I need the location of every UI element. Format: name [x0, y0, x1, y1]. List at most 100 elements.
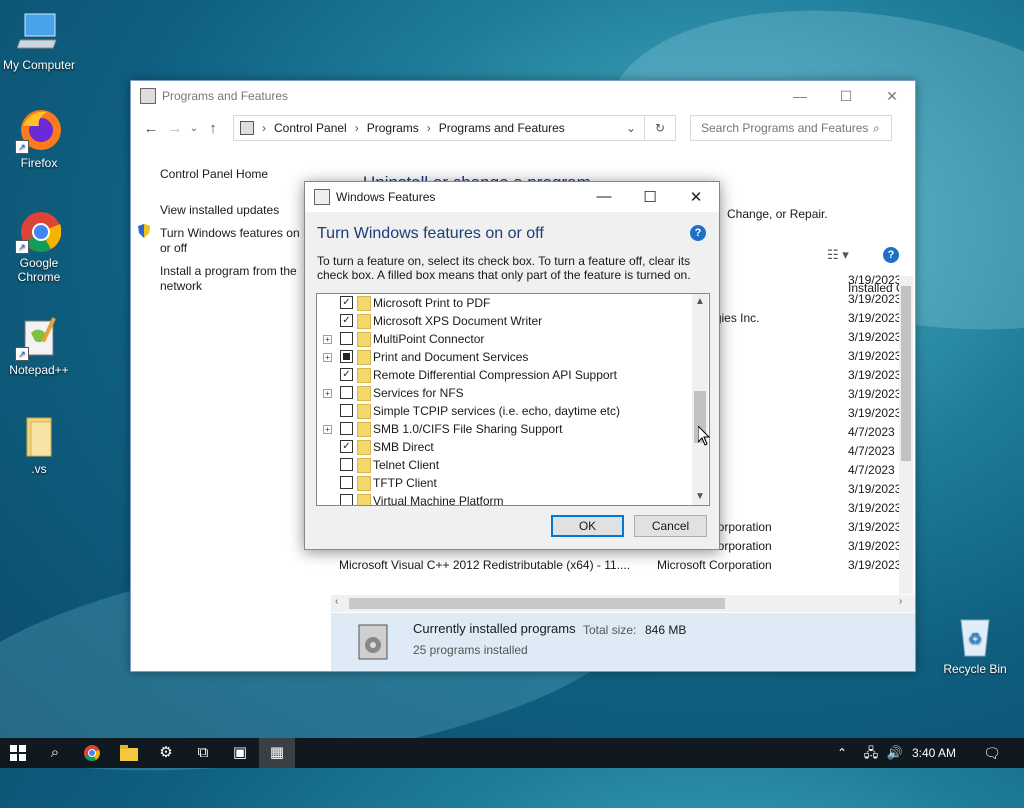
install-from-network-link[interactable]: Install a program from the network [160, 264, 306, 294]
show-hidden-icons-chevron-icon[interactable]: ⌃ [832, 738, 852, 768]
feature-item[interactable]: Simple TCPIP services (i.e. echo, daytim… [317, 402, 693, 420]
recycle-bin-icon: ♻ [953, 614, 997, 658]
feature-checkbox[interactable] [340, 494, 353, 505]
help-icon[interactable]: ? [883, 247, 899, 263]
feature-item[interactable]: ✓ Remote Differential Compression API Sup… [317, 366, 693, 384]
file-explorer-taskbar-icon[interactable] [111, 738, 147, 768]
feature-checkbox[interactable] [340, 350, 353, 363]
desktop-icon-vs-folder[interactable]: .vs [1, 414, 77, 476]
volume-icon[interactable]: 🔊 [884, 738, 906, 768]
program-installed-on: 3/19/2023 [848, 539, 902, 553]
expand-plus-icon[interactable]: + [323, 353, 332, 362]
scrollbar-thumb[interactable] [349, 598, 725, 609]
recent-chevron-icon[interactable]: ⌄ [187, 123, 201, 134]
windows-features-dialog: Windows Features — ☐ ✕ Turn Windows feat… [304, 181, 720, 550]
address-dropdown-icon[interactable]: ⌄ [626, 121, 636, 135]
back-arrow-icon[interactable]: ← [139, 120, 163, 137]
feature-item[interactable]: ✓ Microsoft Print to PDF [317, 294, 693, 312]
window-titlebar[interactable]: Programs and Features — ☐ ✕ [131, 81, 915, 111]
feature-checkbox[interactable] [340, 332, 353, 345]
feature-checkbox[interactable] [340, 386, 353, 399]
ok-button[interactable]: OK [551, 515, 624, 537]
close-button[interactable]: ✕ [869, 88, 915, 105]
feature-checkbox[interactable] [340, 476, 353, 489]
mouse-cursor-icon [697, 424, 711, 449]
feature-checkbox[interactable] [340, 458, 353, 471]
network-icon[interactable]: 🖧 [860, 738, 882, 768]
table-row[interactable]: Microsoft Visual C++ 2012 Redistributabl… [331, 556, 915, 575]
scroll-left-icon[interactable]: ‹ [335, 596, 338, 607]
remote-desktop-taskbar-icon[interactable]: ▣ [222, 738, 258, 768]
dialog-close-button[interactable]: ✕ [673, 188, 719, 206]
feature-checkbox[interactable]: ✓ [340, 368, 353, 381]
desktop-icon-chrome[interactable]: ↗ Google Chrome [1, 208, 77, 284]
notifications-icon[interactable]: 🗨 [980, 738, 1004, 768]
dialog-description: To turn a feature on, select its check b… [317, 254, 691, 282]
refresh-icon[interactable]: ↻ [645, 115, 676, 141]
expand-plus-icon[interactable]: + [323, 425, 332, 434]
view-options-icon[interactable]: ☷ ▾ [827, 247, 849, 263]
feature-item[interactable]: ✓ Microsoft XPS Document Writer [317, 312, 693, 330]
start-button[interactable] [0, 738, 36, 768]
turn-windows-features-link[interactable]: Turn Windows features on or off [160, 226, 306, 256]
dialog-help-icon[interactable]: ? [690, 225, 706, 241]
search-taskbar-icon[interactable]: ⌕ [37, 738, 73, 768]
feature-item[interactable]: + Print and Document Services [317, 348, 693, 366]
scroll-down-icon[interactable]: ▼ [692, 489, 708, 505]
feature-label: Microsoft XPS Document Writer [373, 314, 543, 328]
expand-plus-icon[interactable]: + [323, 335, 332, 344]
scroll-up-icon[interactable]: ▲ [692, 294, 708, 310]
feature-item[interactable]: TFTP Client [317, 474, 693, 492]
breadcrumb-programs-and-features[interactable]: Programs and Features [439, 121, 565, 135]
search-box[interactable]: ⌕ [690, 115, 892, 141]
dialog-minimize-button[interactable]: — [581, 188, 627, 206]
dialog-titlebar[interactable]: Windows Features — ☐ ✕ [305, 182, 719, 212]
list-vertical-scrollbar[interactable] [899, 276, 913, 594]
expand-plus-icon[interactable]: + [323, 389, 332, 398]
feature-checkbox[interactable]: ✓ [340, 296, 353, 309]
program-publisher: Microsoft Corporation [657, 558, 772, 572]
tree-vertical-scrollbar[interactable]: ▲ ▼ [692, 294, 708, 505]
dialog-maximize-button[interactable]: ☐ [627, 188, 673, 206]
feature-item[interactable]: ✓ SMB Direct [317, 438, 693, 456]
feature-item[interactable]: Telnet Client [317, 456, 693, 474]
desktop-icon-notepadpp[interactable]: ↗ Notepad++ [1, 315, 77, 377]
feature-item[interactable]: + Services for NFS [317, 384, 693, 402]
status-title: Currently installed programs [413, 621, 576, 636]
search-input[interactable] [699, 120, 873, 136]
feature-checkbox[interactable]: ✓ [340, 440, 353, 453]
up-arrow-icon[interactable]: ↑ [201, 120, 225, 137]
feature-checkbox[interactable] [340, 422, 353, 435]
feature-item[interactable]: + MultiPoint Connector [317, 330, 693, 348]
feature-item[interactable]: Virtual Machine Platform [317, 492, 693, 505]
control-panel-taskbar-icon[interactable]: ▦ [259, 738, 295, 768]
scrollbar-thumb[interactable] [901, 286, 911, 461]
app-taskbar-icon[interactable]: ⧉ [185, 738, 221, 768]
breadcrumb-programs[interactable]: Programs [367, 121, 419, 135]
chrome-taskbar-icon[interactable] [74, 738, 110, 768]
program-installed-on: 3/19/2023 [848, 292, 902, 306]
feature-item[interactable]: + SMB 1.0/CIFS File Sharing Support [317, 420, 693, 438]
forward-arrow-icon[interactable]: → [163, 120, 187, 137]
cancel-button[interactable]: Cancel [634, 515, 707, 537]
address-bar[interactable]: › Control Panel › Programs › Programs an… [233, 115, 645, 141]
taskbar-clock[interactable]: 3:40 AM [912, 746, 956, 760]
settings-gear-icon[interactable]: ⚙ [148, 738, 184, 768]
maximize-button[interactable]: ☐ [823, 88, 869, 105]
chrome-icon: ↗ [15, 208, 62, 254]
folder-icon [357, 386, 371, 401]
control-panel-home-link[interactable]: Control Panel Home [160, 167, 268, 182]
list-horizontal-scrollbar[interactable]: ‹ › [331, 595, 915, 612]
feature-checkbox[interactable]: ✓ [340, 314, 353, 327]
view-installed-updates-link[interactable]: View installed updates [160, 203, 279, 218]
minimize-button[interactable]: — [777, 88, 823, 105]
desktop-icon-my-computer[interactable]: My Computer [1, 10, 77, 72]
breadcrumb-control-panel[interactable]: Control Panel [274, 121, 347, 135]
desktop-icon-recycle-bin[interactable]: ♻ Recycle Bin [937, 614, 1013, 676]
feature-label: Telnet Client [373, 458, 440, 472]
notepadpp-icon: ↗ [15, 315, 61, 361]
feature-label: SMB Direct [373, 440, 434, 454]
desktop-icon-firefox[interactable]: ↗ Firefox [1, 108, 77, 170]
scroll-right-icon[interactable]: › [899, 596, 902, 607]
feature-checkbox[interactable] [340, 404, 353, 417]
